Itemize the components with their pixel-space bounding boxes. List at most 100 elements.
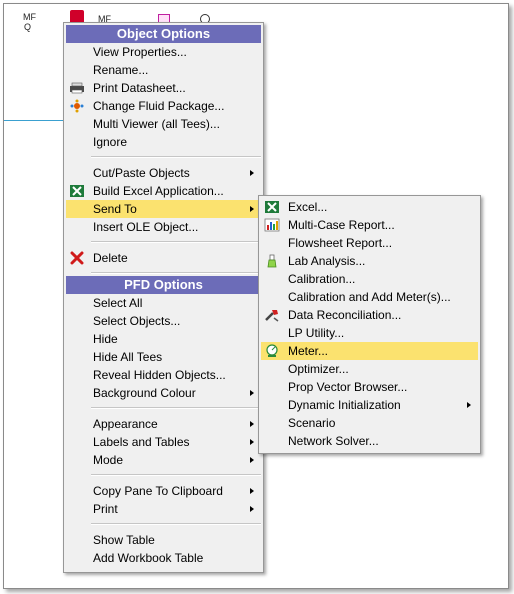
menu-item-label: View Properties... xyxy=(93,45,187,59)
menu-item-background-colour[interactable]: Background Colour xyxy=(66,384,261,402)
menu-item-label: Send To xyxy=(93,202,137,216)
report-chart-icon xyxy=(264,218,280,232)
menu-item-label: Hide All Tees xyxy=(93,350,163,364)
menu-item-print[interactable]: Print xyxy=(66,500,261,518)
submenu-item-lab-analysis[interactable]: Lab Analysis... xyxy=(261,252,478,270)
submenu-item-lp-utility[interactable]: LP Utility... xyxy=(261,324,478,342)
menu-item-copy-pane-to-clipboard[interactable]: Copy Pane To Clipboard xyxy=(66,482,261,500)
menu-item-ignore[interactable]: Ignore xyxy=(66,133,261,151)
menu-item-label: Scenario xyxy=(288,416,336,430)
menu-item-label: Mode xyxy=(93,453,124,467)
submenu-arrow-icon xyxy=(250,506,254,512)
menu-item-label: LP Utility... xyxy=(288,326,345,340)
submenu-item-excel[interactable]: Excel... xyxy=(261,198,478,216)
menu-item-label: Lab Analysis... xyxy=(288,254,366,268)
menu-item-select-objects[interactable]: Select Objects... xyxy=(66,312,261,330)
submenu-item-calibration-add-meters[interactable]: Calibration and Add Meter(s)... xyxy=(261,288,478,306)
submenu-item-meter[interactable]: Meter... xyxy=(261,342,478,360)
canvas-label-q: Q xyxy=(24,22,32,32)
context-menu: Object Options View Properties... Rename… xyxy=(63,22,264,573)
menu-item-label: Print Datasheet... xyxy=(93,81,186,95)
menu-item-label: Ignore xyxy=(93,135,128,149)
menu-separator xyxy=(91,407,261,409)
menu-item-print-datasheet[interactable]: Print Datasheet... xyxy=(66,79,261,97)
menu-item-label: Calibration... xyxy=(288,272,356,286)
printer-icon xyxy=(70,82,84,94)
submenu-arrow-icon xyxy=(250,170,254,176)
menu-item-label: Multi Viewer (all Tees)... xyxy=(93,117,220,131)
data-reconciliation-icon xyxy=(265,310,279,322)
submenu-arrow-icon xyxy=(250,390,254,396)
submenu-arrow-icon xyxy=(250,421,254,427)
menu-item-add-workbook-table[interactable]: Add Workbook Table xyxy=(66,549,261,567)
menu-item-label: Calibration and Add Meter(s)... xyxy=(288,290,451,304)
submenu-arrow-icon xyxy=(250,488,254,494)
submenu-item-flowsheet-report[interactable]: Flowsheet Report... xyxy=(261,234,478,252)
submenu-item-calibration[interactable]: Calibration... xyxy=(261,270,478,288)
excel-icon xyxy=(265,201,279,213)
menu-separator xyxy=(91,272,261,274)
submenu-item-multi-case-report[interactable]: Multi-Case Report... xyxy=(261,216,478,234)
menu-item-rename[interactable]: Rename... xyxy=(66,61,261,79)
menu-item-label: Appearance xyxy=(93,417,158,431)
menu-item-send-to[interactable]: Send To xyxy=(66,200,261,218)
fluid-package-icon xyxy=(70,99,84,113)
menu-item-label: Flowsheet Report... xyxy=(288,236,393,250)
menu-item-label: Show Table xyxy=(93,533,155,547)
pfd-options-header: PFD Options xyxy=(66,276,261,294)
menu-item-show-table[interactable]: Show Table xyxy=(66,531,261,549)
send-to-submenu: Excel... Multi-Case Report... Flowsheet … xyxy=(258,195,481,454)
menu-item-label: Change Fluid Package... xyxy=(93,99,225,113)
menu-separator xyxy=(91,474,261,476)
menu-item-view-properties[interactable]: View Properties... xyxy=(66,43,261,61)
menu-item-appearance[interactable]: Appearance xyxy=(66,415,261,433)
excel-icon xyxy=(70,185,84,197)
lab-flask-icon xyxy=(267,254,277,268)
submenu-item-data-reconciliation[interactable]: Data Reconciliation... xyxy=(261,306,478,324)
menu-item-label: Dynamic Initialization xyxy=(288,398,401,412)
submenu-item-scenario[interactable]: Scenario xyxy=(261,414,478,432)
menu-item-labels-and-tables[interactable]: Labels and Tables xyxy=(66,433,261,451)
menu-item-label: Optimizer... xyxy=(288,362,349,376)
menu-item-label: Build Excel Application... xyxy=(93,184,224,198)
menu-item-hide[interactable]: Hide xyxy=(66,330,261,348)
menu-item-label: Labels and Tables xyxy=(93,435,190,449)
submenu-item-prop-vector-browser[interactable]: Prop Vector Browser... xyxy=(261,378,478,396)
menu-item-insert-ole-object[interactable]: Insert OLE Object... xyxy=(66,218,261,236)
submenu-arrow-icon xyxy=(250,439,254,445)
menu-item-label: Meter... xyxy=(288,344,329,358)
menu-item-multi-viewer[interactable]: Multi Viewer (all Tees)... xyxy=(66,115,261,133)
menu-item-label: Copy Pane To Clipboard xyxy=(93,484,223,498)
submenu-arrow-icon xyxy=(250,206,254,212)
menu-item-label: Reveal Hidden Objects... xyxy=(93,368,226,382)
menu-separator xyxy=(91,241,261,243)
menu-item-label: Rename... xyxy=(93,63,149,77)
delete-x-icon xyxy=(70,251,84,265)
menu-item-change-fluid-package[interactable]: Change Fluid Package... xyxy=(66,97,261,115)
menu-item-label: Multi-Case Report... xyxy=(288,218,395,232)
submenu-arrow-icon xyxy=(467,402,471,408)
menu-separator xyxy=(91,156,261,158)
menu-item-hide-all-tees[interactable]: Hide All Tees xyxy=(66,348,261,366)
menu-item-cut-paste-objects[interactable]: Cut/Paste Objects xyxy=(66,164,261,182)
menu-item-label: Print xyxy=(93,502,118,516)
submenu-item-network-solver[interactable]: Network Solver... xyxy=(261,432,478,450)
menu-item-label: Hide xyxy=(93,332,118,346)
menu-item-label: Select All xyxy=(93,296,143,310)
menu-item-label: Data Reconciliation... xyxy=(288,308,402,322)
menu-item-label: Add Workbook Table xyxy=(93,551,204,565)
menu-item-reveal-hidden-objects[interactable]: Reveal Hidden Objects... xyxy=(66,366,261,384)
menu-item-label: Select Objects... xyxy=(93,314,181,328)
menu-item-mode[interactable]: Mode xyxy=(66,451,261,469)
menu-item-label: Cut/Paste Objects xyxy=(93,166,190,180)
menu-item-label: Excel... xyxy=(288,200,328,214)
submenu-item-optimizer[interactable]: Optimizer... xyxy=(261,360,478,378)
menu-item-select-all[interactable]: Select All xyxy=(66,294,261,312)
menu-item-label: Background Colour xyxy=(93,386,196,400)
submenu-item-dynamic-initialization[interactable]: Dynamic Initialization xyxy=(261,396,478,414)
menu-item-label: Prop Vector Browser... xyxy=(288,380,408,394)
menu-item-build-excel-application[interactable]: Build Excel Application... xyxy=(66,182,261,200)
menu-separator xyxy=(91,523,261,525)
meter-icon xyxy=(266,344,278,357)
menu-item-delete[interactable]: Delete xyxy=(66,249,261,267)
